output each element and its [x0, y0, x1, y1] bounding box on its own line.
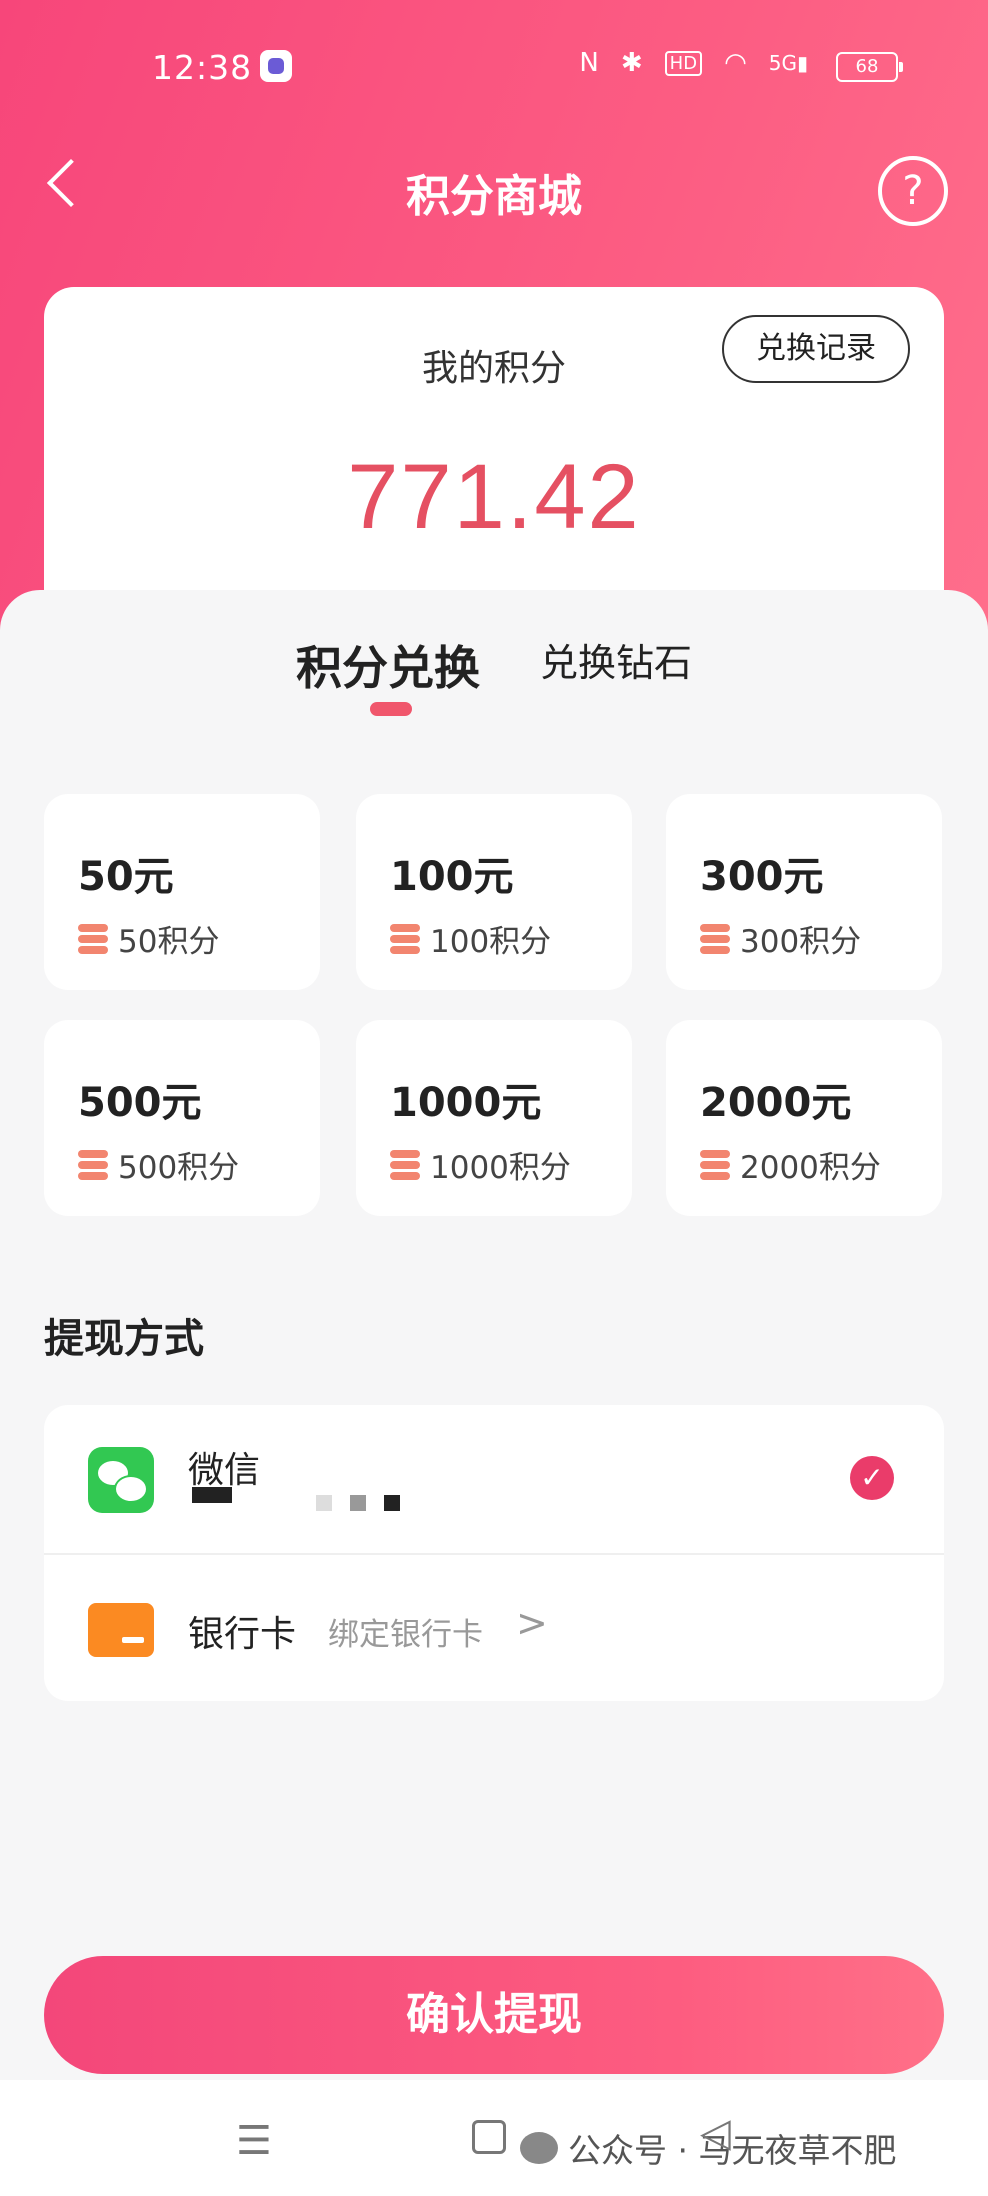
wifi-icon: ◠	[724, 48, 747, 78]
redacted-account	[350, 1495, 366, 1511]
bind-bank-card-link[interactable]: 绑定银行卡	[328, 1609, 483, 1654]
option-card[interactable]: 500元 500积分	[44, 1020, 320, 1216]
coin-icon	[78, 1149, 108, 1180]
home-icon[interactable]	[472, 2120, 506, 2154]
battery-icon: 68	[836, 52, 903, 82]
option-amount: 500元	[78, 1080, 202, 1126]
redacted-account	[192, 1487, 232, 1503]
option-cost: 100积分	[390, 916, 551, 961]
option-cost-label: 500积分	[118, 1150, 240, 1186]
option-amount: 1000元	[390, 1080, 542, 1126]
points-value: 771.42	[347, 446, 641, 548]
option-cost: 300积分	[700, 916, 861, 961]
bank-card-label: 银行卡	[188, 1614, 297, 1655]
nfc-icon: N	[579, 48, 599, 78]
option-cost-label: 300积分	[740, 924, 862, 960]
tab-points-exchange[interactable]: 积分兑换	[296, 632, 480, 698]
page-title: 积分商城	[406, 171, 582, 222]
withdraw-method-title: 提现方式	[44, 1316, 204, 1362]
option-cost-label: 50积分	[118, 924, 220, 960]
notification-icon	[260, 50, 292, 82]
coin-icon	[78, 923, 108, 954]
wechat-icon	[88, 1447, 154, 1513]
coin-icon	[390, 1149, 420, 1180]
redacted-account	[384, 1495, 400, 1511]
status-bar: 12:38 N ✱ HD ◠ 5G▮ 68	[0, 42, 988, 92]
payment-method-card: 微信 ✓ 银行卡 绑定银行卡 >	[44, 1405, 944, 1701]
option-cost-label: 2000积分	[740, 1150, 881, 1186]
bank-card-icon	[88, 1603, 154, 1657]
payment-option-bank-card[interactable]: 银行卡 绑定银行卡 >	[44, 1553, 944, 1701]
option-card[interactable]: 2000元 2000积分	[666, 1020, 942, 1216]
coin-icon	[700, 923, 730, 954]
option-cost: 50积分	[78, 916, 219, 961]
wechat-official-account-icon	[520, 2132, 558, 2164]
option-card[interactable]: 50元 50积分	[44, 794, 320, 990]
watermark-text: 公众号 · 马无夜草不肥	[568, 2131, 897, 2170]
option-cost: 2000积分	[700, 1142, 881, 1187]
tab-indicator	[370, 702, 412, 716]
option-card[interactable]: 300元 300积分	[666, 794, 942, 990]
chevron-right-icon: >	[516, 1601, 548, 1645]
confirm-withdraw-button[interactable]: 确认提现	[44, 1956, 944, 2074]
option-cost: 1000积分	[390, 1142, 571, 1187]
option-amount: 2000元	[700, 1080, 852, 1126]
menu-icon[interactable]: ☰	[236, 2118, 272, 2164]
exchange-history-button[interactable]: 兑换记录	[722, 315, 910, 383]
redacted-account	[316, 1495, 332, 1511]
selected-check-icon: ✓	[850, 1456, 894, 1500]
status-time: 12:38	[152, 48, 253, 87]
coin-icon	[700, 1149, 730, 1180]
nav-back-icon[interactable]: ◁	[700, 2110, 731, 2156]
status-icons: N ✱ HD ◠ 5G▮	[579, 48, 808, 78]
option-cost-label: 100积分	[430, 924, 552, 960]
help-icon[interactable]: ?	[878, 156, 948, 226]
system-nav-bar: ☰ 公众号 · 马无夜草不肥 ◁	[0, 2080, 988, 2196]
signal-icon: 5G▮	[768, 51, 808, 75]
tab-diamond-exchange[interactable]: 兑换钻石	[540, 632, 692, 687]
option-cost-label: 1000积分	[430, 1150, 571, 1186]
payment-option-wechat[interactable]: 微信 ✓	[44, 1405, 944, 1555]
bluetooth-icon: ✱	[620, 48, 643, 78]
option-cost: 500积分	[78, 1142, 239, 1187]
option-amount: 100元	[390, 854, 514, 900]
option-amount: 50元	[78, 854, 174, 900]
option-card[interactable]: 1000元 1000积分	[356, 1020, 632, 1216]
option-amount: 300元	[700, 854, 824, 900]
wechat-label: 微信	[188, 1450, 261, 1491]
hd-icon: HD	[664, 50, 703, 76]
coin-icon	[390, 923, 420, 954]
option-card[interactable]: 100元 100积分	[356, 794, 632, 990]
